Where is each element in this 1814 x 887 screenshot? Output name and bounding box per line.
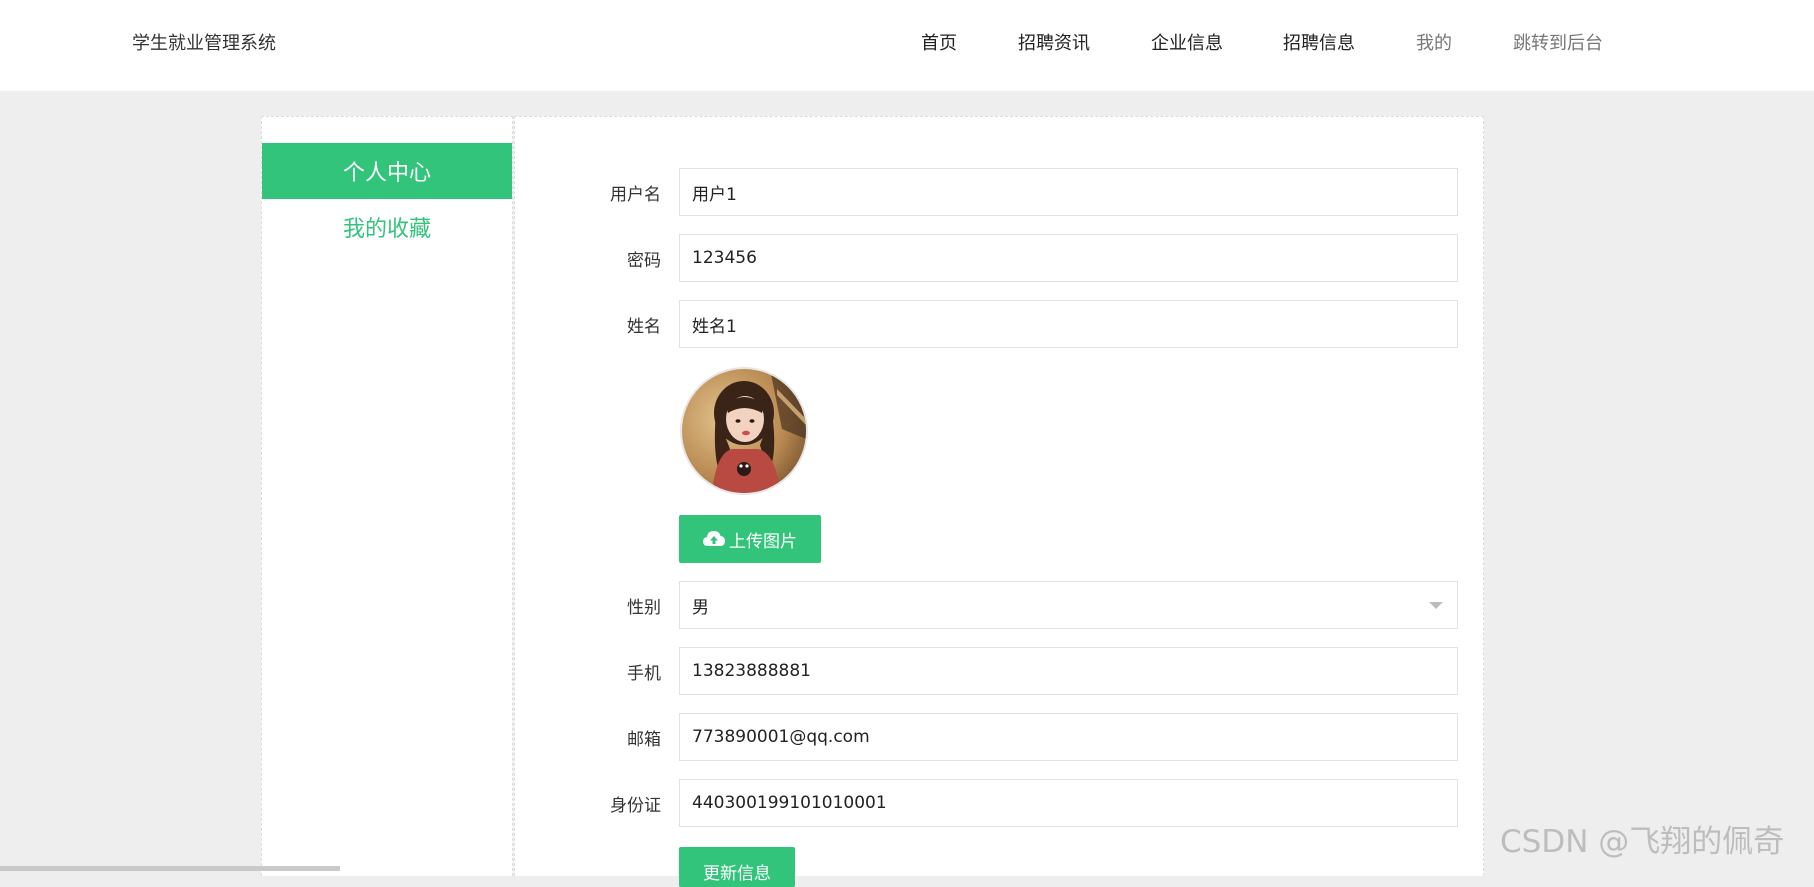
password-input[interactable]: [679, 234, 1458, 282]
sidebar-item-profile[interactable]: 个人中心: [262, 143, 512, 199]
nav-jobs[interactable]: 招聘信息: [1283, 29, 1355, 55]
nav-home[interactable]: 首页: [921, 29, 957, 55]
avatar-image: [682, 369, 806, 493]
id-card-row: 身份证: [515, 779, 1485, 827]
name-row: 姓名: [515, 300, 1485, 348]
id-card-input[interactable]: [679, 779, 1458, 827]
phone-row: 手机: [515, 647, 1485, 695]
id-card-label: 身份证: [610, 795, 661, 816]
gender-select[interactable]: 男: [679, 581, 1458, 629]
gender-row: 性别 男: [515, 581, 1485, 629]
upload-image-button[interactable]: 上传图片: [679, 515, 821, 563]
sidebar: 个人中心 我的收藏: [261, 116, 513, 876]
update-info-button[interactable]: 更新信息: [679, 847, 795, 887]
top-navbar: 学生就业管理系统 首页 招聘资讯 企业信息 招聘信息 我的 跳转到后台: [0, 0, 1814, 91]
username-label: 用户名: [610, 184, 661, 205]
email-row: 邮箱: [515, 713, 1485, 761]
nav-companies[interactable]: 企业信息: [1151, 29, 1223, 55]
phone-label: 手机: [627, 663, 661, 684]
gender-label: 性别: [627, 597, 661, 618]
nav-news[interactable]: 招聘资讯: [1018, 29, 1090, 55]
username-row: 用户名: [515, 168, 1485, 216]
main-nav: 首页 招聘资讯 企业信息 招聘信息 我的 跳转到后台: [0, 29, 1814, 55]
nav-admin[interactable]: 跳转到后台: [1513, 29, 1603, 55]
nav-mine[interactable]: 我的: [1416, 29, 1452, 55]
avatar: [680, 367, 808, 495]
name-label: 姓名: [627, 316, 661, 337]
upload-button-label: 上传图片: [729, 531, 797, 552]
chevron-down-icon: [1429, 602, 1443, 609]
profile-form-panel: 用户名 密码 姓名: [514, 116, 1485, 887]
gender-selected-value: 男: [692, 597, 709, 618]
username-input[interactable]: [679, 168, 1458, 216]
name-input[interactable]: [679, 300, 1458, 348]
sidebar-item-favorites[interactable]: 我的收藏: [262, 199, 512, 255]
password-row: 密码: [515, 234, 1485, 282]
email-input[interactable]: [679, 713, 1458, 761]
email-label: 邮箱: [627, 729, 661, 750]
phone-input[interactable]: [679, 647, 1458, 695]
horizontal-scrollbar[interactable]: [0, 866, 340, 871]
password-label: 密码: [627, 250, 661, 271]
cloud-upload-icon: [703, 531, 725, 546]
watermark: CSDN @飞翔的佩奇: [1500, 824, 1785, 860]
